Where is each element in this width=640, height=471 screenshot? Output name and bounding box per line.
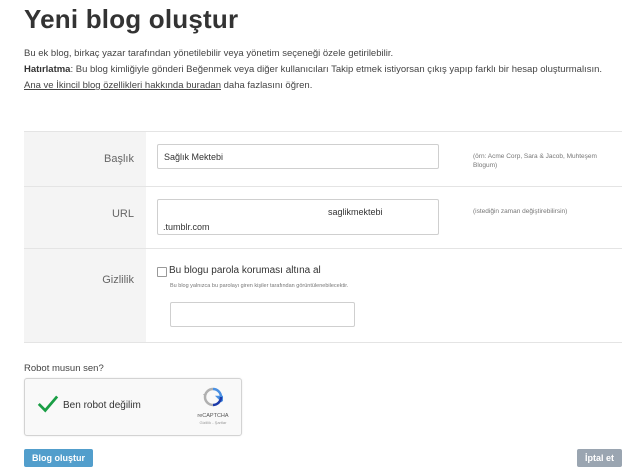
features-suffix: daha fazlasını öğren. <box>220 80 313 91</box>
features-link[interactable]: Ana ve İkincil blog özellikleri hakkında… <box>24 80 221 91</box>
captcha-label[interactable]: Ben robot değilim <box>63 400 141 411</box>
row-divider <box>24 248 622 249</box>
url-hint: (istediğin zaman değiştirebilirsin) <box>473 208 568 215</box>
intro-line: Bu ek blog, birkaç yazar tarafından yöne… <box>24 48 394 59</box>
password-protect-label[interactable]: Bu blogu parola koruması altına al <box>169 265 321 276</box>
password-protect-checkbox[interactable] <box>157 267 167 277</box>
url-input-value: saglikmektebi <box>328 207 383 217</box>
checkmark-icon[interactable] <box>37 393 59 415</box>
url-label: URL <box>111 208 134 220</box>
password-input[interactable] <box>170 302 355 327</box>
privacy-label: Gizlilik <box>102 274 134 286</box>
reminder-label: Hatırlatma <box>24 64 71 75</box>
reminder-body: : Bu blog kimliğiyle gönderi Beğenmek ve… <box>70 64 603 75</box>
recaptcha-widget: Ben robot değilim reCAPTCHA Gizlilik - Ş… <box>24 378 242 436</box>
privacy-note: Bu blog yalnızca bu parolayı giren kişil… <box>170 283 349 289</box>
url-input[interactable]: saglikmektebi .tumblr.com <box>157 199 439 235</box>
url-domain-suffix: .tumblr.com <box>163 222 210 232</box>
title-input[interactable]: Sağlık Mektebi <box>157 144 439 169</box>
recaptcha-brand: reCAPTCHA <box>197 413 229 419</box>
title-input-value: Sağlık Mektebi <box>164 152 224 162</box>
cancel-button[interactable]: İptal et <box>576 449 622 467</box>
features-line: Ana ve İkincil blog özellikleri hakkında… <box>24 78 624 94</box>
intro-text: Bu ek blog, birkaç yazar tarafından yöne… <box>24 46 624 94</box>
reminder-text: Hatırlatma: Bu blog kimliğiyle gönderi B… <box>24 62 624 78</box>
row-divider <box>24 186 622 187</box>
recaptcha-icon <box>203 387 229 407</box>
page-title: Yeni blog oluştur <box>24 4 239 34</box>
recaptcha-terms[interactable]: Gizlilik - Şartlar <box>193 420 233 425</box>
title-hint: (örn: Acme Corp, Sara & Jacob, Muhteşem … <box>473 153 597 169</box>
recaptcha-logo: reCAPTCHA Gizlilik - Şartlar <box>193 387 233 425</box>
blog-form: Başlık Sağlık Mektebi (örn: Acme Corp, S… <box>24 131 622 343</box>
title-label: Başlık <box>104 153 134 165</box>
create-blog-button[interactable]: Blog oluştur <box>24 449 93 467</box>
robot-question: Robot musun sen? <box>24 363 104 374</box>
